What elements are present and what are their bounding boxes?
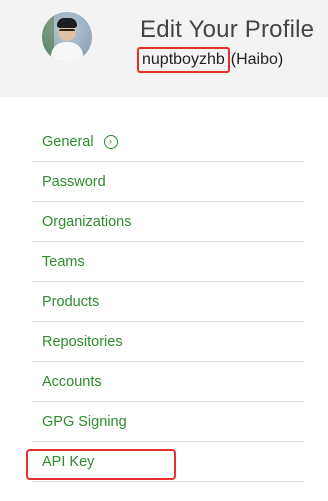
menu-item-organizations[interactable]: Organizations <box>32 202 304 242</box>
avatar-glasses <box>59 29 75 36</box>
menu-item-password[interactable]: Password <box>32 162 304 202</box>
username: nuptboyzhb <box>137 47 230 73</box>
menu-item-label: Repositories <box>42 333 123 350</box>
page-title: Edit Your Profile <box>140 16 315 43</box>
menu-item-teams[interactable]: Teams <box>32 242 304 282</box>
menu-item-label: API Key <box>42 453 95 470</box>
avatar-body <box>51 42 83 62</box>
menu-item-label: Password <box>42 173 106 190</box>
profile-subtitle: nuptboyzhb (Haibo) <box>137 47 284 73</box>
menu-item-label: Products <box>42 293 100 310</box>
menu-item-label: Teams <box>42 253 85 270</box>
menu-item-repositories[interactable]: Repositories <box>32 322 304 362</box>
avatar <box>42 12 92 62</box>
menu-item-gpg-signing[interactable]: GPG Signing <box>32 402 304 442</box>
profile-menu: General › Password Organizations Teams P… <box>26 122 304 482</box>
menu-item-general[interactable]: General › <box>32 122 304 162</box>
menu-item-label: General <box>42 133 94 150</box>
menu-item-products[interactable]: Products <box>32 282 304 322</box>
menu-item-accounts[interactable]: Accounts <box>32 362 304 402</box>
menu-item-label: Accounts <box>42 373 102 390</box>
menu-item-label: GPG Signing <box>42 413 127 430</box>
avatar-hair <box>57 18 77 28</box>
profile-header: Edit Your Profile nuptboyzhb (Haibo) <box>0 0 328 97</box>
chevron-right-circle-icon[interactable]: › <box>103 134 118 149</box>
menu-item-api-key[interactable]: API Key <box>26 442 304 482</box>
menu-item-label: Organizations <box>42 213 132 230</box>
fullname: (Haibo) <box>230 51 284 68</box>
